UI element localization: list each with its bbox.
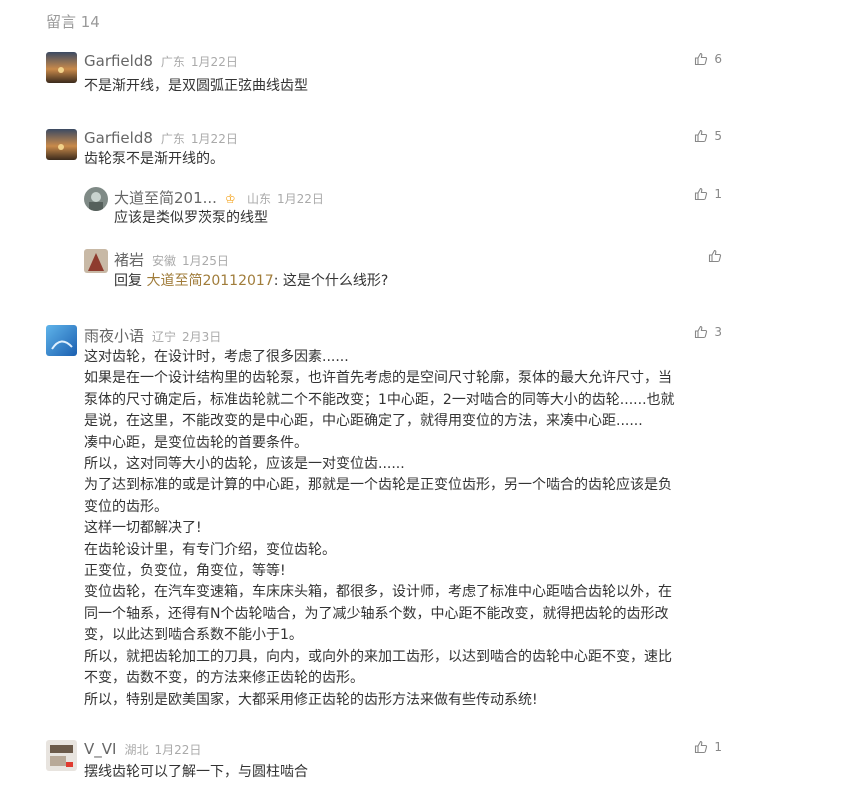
like-count: 6 xyxy=(714,52,722,66)
text-line: 泵体的尺寸确定后，标准齿轮就二个不能改变；1中心距，2一对啮合的同等大小的齿轮.… xyxy=(84,391,675,408)
author-location: 广东 xyxy=(160,55,185,69)
text-line: 如果是在一个设计结构里的齿轮泵，也许首先考虑的是空间尺寸轮廓，泵体的最大允许尺寸… xyxy=(84,370,672,387)
reply-to-user[interactable]: 大道至简20112017 xyxy=(146,273,273,289)
comment-item: 雨夜小语 辽宁 2月3日 3 这对齿轮，在设计时，考虑了很多因素...... 如… xyxy=(46,325,722,710)
thumbs-up-icon xyxy=(695,325,708,339)
like-count: 1 xyxy=(714,187,722,201)
comment-date: 1月22日 xyxy=(190,132,238,146)
like-button[interactable]: 6 xyxy=(694,52,722,66)
avatar[interactable] xyxy=(84,249,108,273)
text-line: 变位齿轮，在汽车变速箱，车床床头箱，都很多，设计师，考虑了标准中心距啮合齿轮以外… xyxy=(84,584,672,601)
comment-meta: Garfield8 广东 1月22日 xyxy=(84,52,238,72)
text-line: 在齿轮设计里，有专门介绍，变位齿轮。 xyxy=(84,541,336,558)
avatar[interactable] xyxy=(84,187,108,211)
reply-text: 应该是类似罗茨泵的线型 xyxy=(114,210,268,226)
reply-meta: 大道至简201... ♔ 山东 1月22日 xyxy=(114,187,324,207)
reply-item: 褚岩 安徽 1月25日 回复 大道至简20112017: 这是个什么线形? xyxy=(84,249,722,293)
comment-text: 齿轮泵不是渐开线的。 xyxy=(84,151,224,167)
reply-text: 回复 大道至简20112017: 这是个什么线形? xyxy=(114,271,388,292)
text-line: 不变，齿数不变，的方法来修正齿轮的齿形。 xyxy=(84,670,364,687)
comment-date: 1月22日 xyxy=(190,55,238,69)
avatar[interactable] xyxy=(46,325,77,356)
author-location: 湖北 xyxy=(124,743,149,757)
like-button[interactable]: 1 xyxy=(694,740,722,754)
comment-meta: Garfield8 广东 1月22日 xyxy=(84,129,238,149)
comment-text: 这对齿轮，在设计时，考虑了很多因素...... 如果是在一个设计结构里的齿轮泵，… xyxy=(84,347,724,711)
like-button[interactable]: 5 xyxy=(694,129,722,143)
author-name[interactable]: Garfield8 xyxy=(84,52,153,70)
author-name[interactable]: 大道至简201... xyxy=(114,187,217,208)
text-line: 这对齿轮，在设计时，考虑了很多因素...... xyxy=(84,349,349,365)
comment-date: 1月25日 xyxy=(182,254,229,268)
like-button[interactable]: 3 xyxy=(694,325,722,339)
reply-meta: 褚岩 安徽 1月25日 xyxy=(114,249,229,269)
reply-item: 大道至简201... ♔ 山东 1月22日 1 应该是类似罗茨泵的线型 xyxy=(84,187,722,231)
text-line: 变，以此达到啮合系数不能小于1。 xyxy=(84,627,303,644)
like-count: 5 xyxy=(714,129,722,143)
author-name[interactable]: 褚岩 xyxy=(114,249,144,270)
comment-meta: V_VI 湖北 1月22日 xyxy=(84,740,201,760)
comment-item: Garfield8 广东 1月22日 5 齿轮泵不是渐开线的。 xyxy=(46,129,722,169)
text-line: 这样一切都解决了! xyxy=(84,520,202,537)
author-name[interactable]: 雨夜小语 xyxy=(84,325,144,346)
thumbs-up-icon xyxy=(695,129,708,143)
like-count: 3 xyxy=(714,325,722,339)
thumbs-up-icon xyxy=(695,740,708,754)
text-line: 所以，就把齿轮加工的刀具，向内，或向外的来加工齿形，以达到啮合的齿轮中心距不变，… xyxy=(84,648,672,665)
like-count: 1 xyxy=(714,740,722,754)
text-line: 正变位，负变位，角变位，等等! xyxy=(84,563,286,580)
comments-header: 留言 14 xyxy=(46,13,100,31)
text-line: 为了达到标准的或是计算的中心距，那就是一个齿轮是正变位齿形，另一个啮合的齿轮应该… xyxy=(84,477,672,494)
thumbs-up-icon xyxy=(708,249,722,263)
avatar[interactable] xyxy=(46,52,77,83)
comment-date: 1月22日 xyxy=(276,192,324,206)
text-line: 是说，在这里，不能改变的是中心距，中心距确定了，就得用变位的方法，来凑中心距..… xyxy=(84,413,643,430)
reply-prefix: 回复 xyxy=(114,273,142,289)
crown-icon: ♔ xyxy=(224,192,236,206)
author-location: 山东 xyxy=(246,192,271,206)
thumbs-up-icon xyxy=(695,52,708,66)
like-button[interactable] xyxy=(708,249,722,263)
author-name[interactable]: Garfield8 xyxy=(84,129,153,147)
thumbs-up-icon xyxy=(695,187,708,201)
avatar[interactable] xyxy=(46,740,77,771)
avatar[interactable] xyxy=(46,129,77,160)
comment-item: V_VI 湖北 1月22日 1 摆线齿轮可以了解一下，与圆柱啮合 xyxy=(46,740,722,788)
text-line: 同一个轴系，还得有N个齿轮啮合，为了减少轴系个数，中心距不能改变，就得把齿轮的齿… xyxy=(84,605,669,622)
text-line: 变位的齿形。 xyxy=(84,498,168,515)
author-name[interactable]: V_VI xyxy=(84,740,116,758)
author-location: 广东 xyxy=(160,132,185,146)
comment-text: 摆线齿轮可以了解一下，与圆柱啮合 xyxy=(84,764,308,780)
author-location: 安徽 xyxy=(152,254,177,268)
comment-date: 2月3日 xyxy=(182,330,222,344)
author-location: 辽宁 xyxy=(152,330,177,344)
reply-body: : 这是个什么线形? xyxy=(273,273,389,289)
comment-item: Garfield8 广东 1月22日 6 不是渐开线，是双圆弧正弦曲线齿型 xyxy=(46,52,722,100)
comment-date: 1月22日 xyxy=(154,743,202,757)
text-line: 所以，特别是欧美国家，大都采用修正齿轮的齿形方法来做有些传动系统! xyxy=(84,691,538,708)
text-line: 所以，这对同等大小的齿轮，应该是一对变位齿...... xyxy=(84,456,405,473)
text-line: 凑中心距，是变位齿轮的首要条件。 xyxy=(84,434,308,451)
comment-meta: 雨夜小语 辽宁 2月3日 xyxy=(84,325,221,345)
comment-text: 不是渐开线，是双圆弧正弦曲线齿型 xyxy=(84,78,308,94)
like-button[interactable]: 1 xyxy=(694,187,722,201)
